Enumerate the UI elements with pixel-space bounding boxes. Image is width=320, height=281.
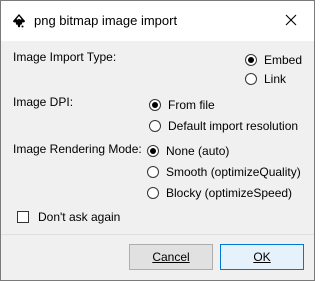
import-type-link-option[interactable]: Link [245,71,286,87]
dpi-default-resolution-option[interactable]: Default import resolution [149,118,298,134]
dont-ask-again-option[interactable]: Don't ask again [17,209,120,225]
radio-label: From file [168,98,215,112]
radio-label: None (auto) [166,144,230,158]
radio-button-checked[interactable] [245,54,257,66]
dont-ask-again-checkbox[interactable] [17,211,29,223]
dialog-content: Image Import Type: Embed Link Image DPI:… [1,41,314,234]
radio-button[interactable] [147,187,159,199]
rendering-blocky-option[interactable]: Blocky (optimizeSpeed) [147,185,292,201]
dpi-label: Image DPI: [13,95,74,109]
radio-button-checked[interactable] [149,99,161,111]
radio-label: Smooth (optimizeQuality) [166,165,301,179]
button-bar: Cancel OK [1,234,314,280]
radio-label: Default import resolution [168,119,299,133]
import-type-label: Image Import Type: [13,50,117,64]
rendering-mode-label: Image Rendering Mode: [13,142,142,156]
close-button[interactable] [269,5,313,37]
dont-ask-again-label: Don't ask again [38,210,121,224]
import-dialog: png bitmap image import Image Import Typ… [0,0,315,281]
close-icon [285,14,297,29]
radio-button-checked[interactable] [147,145,159,157]
title-bar[interactable]: png bitmap image import [1,1,314,41]
rendering-smooth-option[interactable]: Smooth (optimizeQuality) [147,164,301,180]
inkscape-icon [11,13,27,29]
ok-button[interactable]: OK [220,244,304,270]
radio-label: Embed [264,53,303,67]
import-type-embed-option[interactable]: Embed [245,52,302,68]
radio-button[interactable] [149,120,161,132]
rendering-none-option[interactable]: None (auto) [147,143,229,159]
radio-button[interactable] [147,166,159,178]
cancel-button[interactable]: Cancel [129,244,213,270]
radio-label: Link [264,72,287,86]
window-title: png bitmap image import [34,13,178,28]
radio-label: Blocky (optimizeSpeed) [166,186,293,200]
dpi-from-file-option[interactable]: From file [149,97,215,113]
radio-button[interactable] [245,73,257,85]
